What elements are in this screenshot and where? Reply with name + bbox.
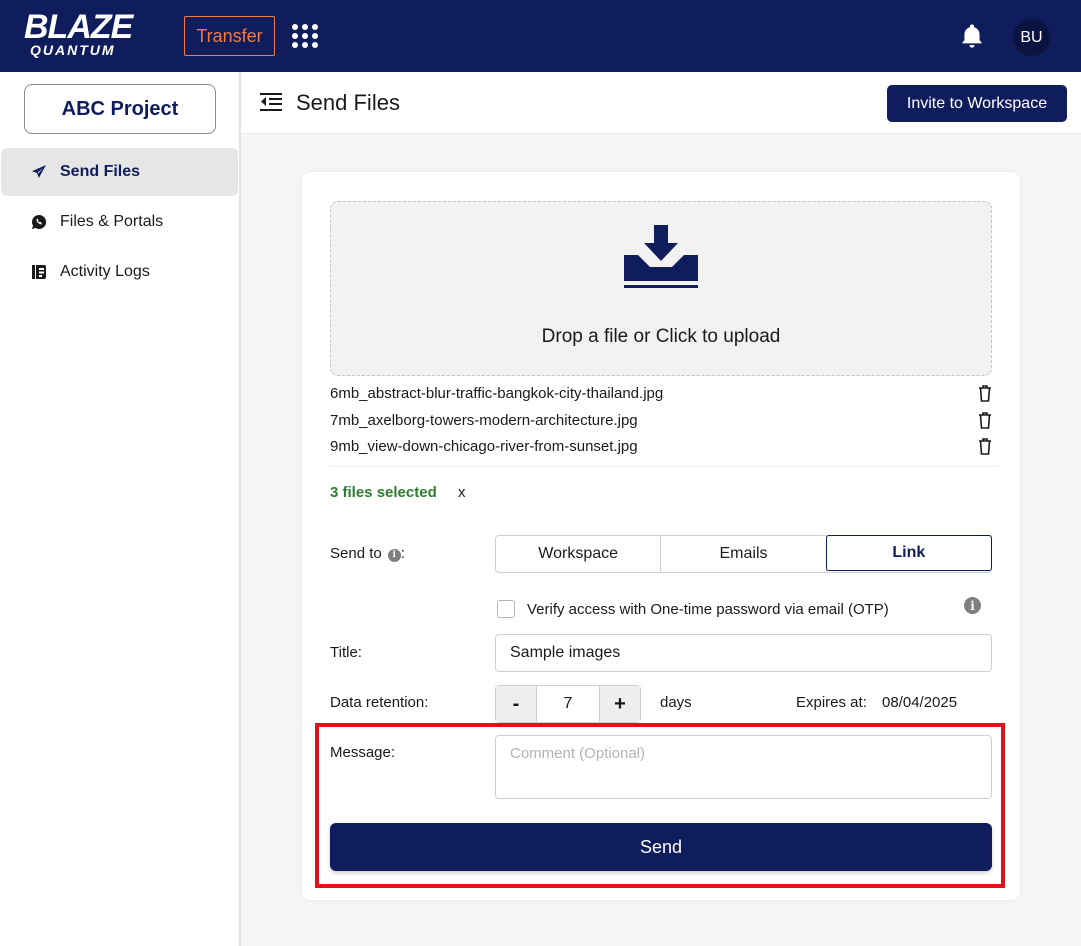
sidebar-item-label: Files & Portals: [60, 213, 164, 230]
sidebar-item-files-portals[interactable]: Files & Portals: [1, 198, 238, 246]
file-list-item: 7mb_axelborg-towers-modern-architecture.…: [330, 410, 992, 432]
sidebar-item-send-files[interactable]: Send Files: [1, 148, 238, 196]
otp-label: Verify access with One-time password via…: [527, 600, 889, 618]
send-to-option-link[interactable]: Link: [825, 535, 992, 571]
send-button[interactable]: Send: [330, 823, 992, 871]
otp-checkbox[interactable]: [497, 600, 515, 618]
expires-label: Expires at:: [796, 694, 867, 711]
selected-files-count: 3 files selected: [330, 484, 437, 501]
message-textarea[interactable]: Comment (Optional): [495, 735, 992, 799]
file-dropzone[interactable]: Drop a file or Click to upload: [330, 201, 992, 376]
collapse-menu-icon[interactable]: [260, 93, 282, 111]
decrement-button[interactable]: -: [496, 686, 536, 722]
data-retention-label: Data retention:: [330, 694, 429, 711]
trash-icon[interactable]: [978, 412, 992, 429]
sidebar-item-label: Activity Logs: [60, 263, 150, 280]
retention-unit: days: [660, 694, 692, 711]
user-avatar[interactable]: BU: [1013, 19, 1050, 56]
send-to-label: Send to i:: [330, 545, 405, 562]
info-icon[interactable]: i: [387, 548, 401, 562]
info-icon[interactable]: i: [964, 597, 981, 614]
send-to-label-text: Send to: [330, 545, 382, 562]
blaze-quantum-logo[interactable]: BLAZE QUANTUM: [24, 8, 164, 60]
otp-option: Verify access with One-time password via…: [497, 599, 889, 619]
send-to-option-workspace[interactable]: Workspace: [496, 536, 662, 572]
send-to-segmented-control: Workspace Emails Link: [495, 535, 992, 573]
main-content: Drop a file or Click to upload 6mb_abstr…: [241, 134, 1081, 946]
invite-to-workspace-button[interactable]: Invite to Workspace: [887, 85, 1067, 122]
retention-value-input[interactable]: 7: [536, 686, 600, 722]
chat-bubble-icon: [31, 214, 47, 230]
trash-icon[interactable]: [978, 438, 992, 455]
title-label: Title:: [330, 644, 362, 661]
file-list-item: 6mb_abstract-blur-traffic-bangkok-city-t…: [330, 383, 992, 405]
project-selector-button[interactable]: ABC Project: [24, 84, 216, 134]
retention-stepper: - 7 +: [495, 685, 641, 723]
expires-date: 08/04/2025: [882, 694, 958, 711]
dropzone-text: Drop a file or Click to upload: [541, 326, 781, 347]
file-name: 9mb_view-down-chicago-river-from-sunset.…: [330, 438, 638, 455]
transfer-button[interactable]: Transfer: [184, 16, 275, 56]
page-title: Send Files: [296, 90, 400, 115]
send-to-option-emails[interactable]: Emails: [661, 536, 827, 572]
paper-plane-icon: [31, 164, 47, 180]
sidebar-item-label: Send Files: [60, 163, 141, 180]
title-input[interactable]: Sample images: [495, 634, 992, 672]
apps-grid-icon[interactable]: [292, 24, 318, 48]
send-files-card: Drop a file or Click to upload 6mb_abstr…: [302, 172, 1020, 900]
divider: [330, 466, 998, 467]
bell-icon[interactable]: [958, 22, 986, 50]
file-name: 6mb_abstract-blur-traffic-bangkok-city-t…: [330, 385, 664, 402]
logo-subtitle: QUANTUM: [30, 42, 116, 58]
sidebar: ABC Project Send Files Files & Portals A…: [0, 72, 241, 946]
sidebar-item-activity-logs[interactable]: Activity Logs: [1, 248, 238, 296]
message-label: Message:: [330, 744, 396, 761]
page-header: Send Files Invite to Workspace: [241, 72, 1081, 134]
log-book-icon: [31, 264, 47, 280]
send-to-colon: :: [400, 545, 405, 562]
increment-button[interactable]: +: [600, 686, 640, 722]
trash-icon[interactable]: [978, 385, 992, 402]
download-tray-icon: [624, 225, 698, 291]
file-name: 7mb_axelborg-towers-modern-architecture.…: [330, 412, 638, 429]
logo-wordmark: BLAZE: [24, 8, 133, 46]
clear-selection-button[interactable]: x: [458, 484, 466, 501]
file-list-item: 9mb_view-down-chicago-river-from-sunset.…: [330, 436, 992, 458]
top-bar: BLAZE QUANTUM Transfer BU: [0, 0, 1081, 72]
